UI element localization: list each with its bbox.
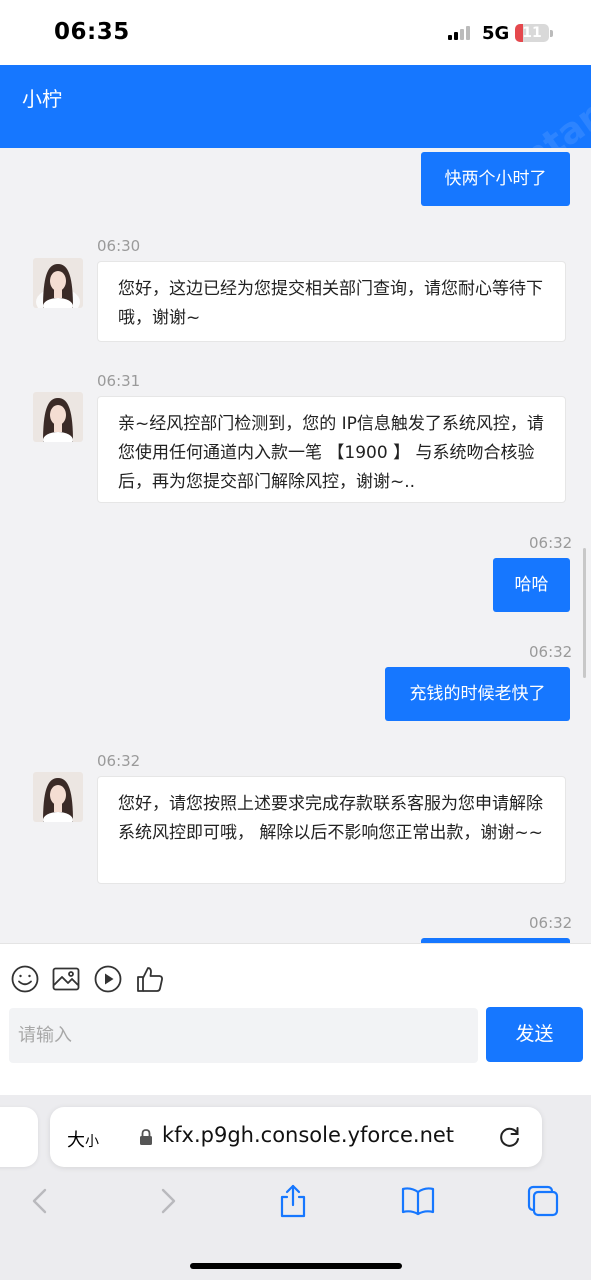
incoming-message-bubble: 您好，请您按照上述要求完成存款联系客服为您申请解除系统风控即可哦， 解除以后不影…	[97, 776, 566, 884]
incoming-message-bubble: 您好，这边已经为您提交相关部门查询，请您耐心等待下哦，谢谢~	[97, 261, 566, 342]
play-icon[interactable]	[93, 964, 123, 994]
message-list[interactable]: 快两个小时了 06:30 您好，这边已经为您提交相关部门查询，请您耐心等待下哦，…	[0, 148, 591, 943]
message-timestamp: 06:32	[529, 914, 573, 932]
home-indicator	[190, 1263, 402, 1269]
reload-icon[interactable]	[497, 1124, 523, 1150]
agent-avatar	[33, 392, 83, 442]
network-type: 5G	[482, 23, 510, 44]
message-timestamp: 06:31	[97, 372, 141, 390]
bookmarks-icon[interactable]	[400, 1183, 436, 1219]
scrollbar[interactable]	[583, 548, 586, 678]
battery-level: 11	[522, 25, 542, 41]
send-button[interactable]: 发送	[486, 1007, 583, 1062]
emoji-icon[interactable]	[10, 964, 40, 994]
forward-icon[interactable]	[150, 1183, 186, 1219]
back-icon[interactable]	[22, 1183, 58, 1219]
message-timestamp: 06:32	[529, 534, 573, 552]
status-bar: 06:35 5G 11	[0, 0, 591, 65]
agent-avatar	[33, 772, 83, 822]
tabs-icon[interactable]	[525, 1183, 561, 1219]
message-timestamp: 06:32	[97, 752, 141, 770]
chat-header: 小柠 豪豪论坛 luntan.com	[0, 37, 591, 291]
share-icon[interactable]	[275, 1183, 311, 1219]
message-input[interactable]	[9, 1008, 478, 1063]
battery-icon: 11	[515, 24, 549, 42]
page-title: 小柠	[22, 87, 62, 111]
lock-icon	[139, 1128, 153, 1146]
text-size-button[interactable]: 大小	[67, 1126, 99, 1152]
message-timestamp: 06:30	[97, 237, 141, 255]
composer: 发送	[0, 943, 591, 1095]
outgoing-message-bubble: 充钱的时候老快了	[385, 667, 570, 721]
agent-avatar	[33, 258, 83, 308]
message-timestamp: 06:32	[529, 643, 573, 661]
outgoing-message-bubble: 哈哈	[493, 558, 570, 612]
previous-tab-preview[interactable]	[0, 1107, 38, 1167]
incoming-message-bubble: 亲~经风控部门检测到，您的 IP信息触发了系统风控，请您使用任何通道内入款一笔 …	[97, 396, 566, 503]
image-icon[interactable]	[51, 964, 81, 994]
outgoing-message-bubble: 快两个小时了	[421, 152, 570, 206]
cellular-signal-icon	[448, 26, 474, 40]
browser-toolbar: 大小 kfx.p9gh.console.yforce.net	[0, 1095, 591, 1280]
address-bar[interactable]: 大小 kfx.p9gh.console.yforce.net	[50, 1107, 542, 1167]
status-time: 06:35	[54, 19, 130, 45]
url-text[interactable]: kfx.p9gh.console.yforce.net	[162, 1123, 454, 1147]
thumbs-up-icon[interactable]	[135, 964, 165, 994]
